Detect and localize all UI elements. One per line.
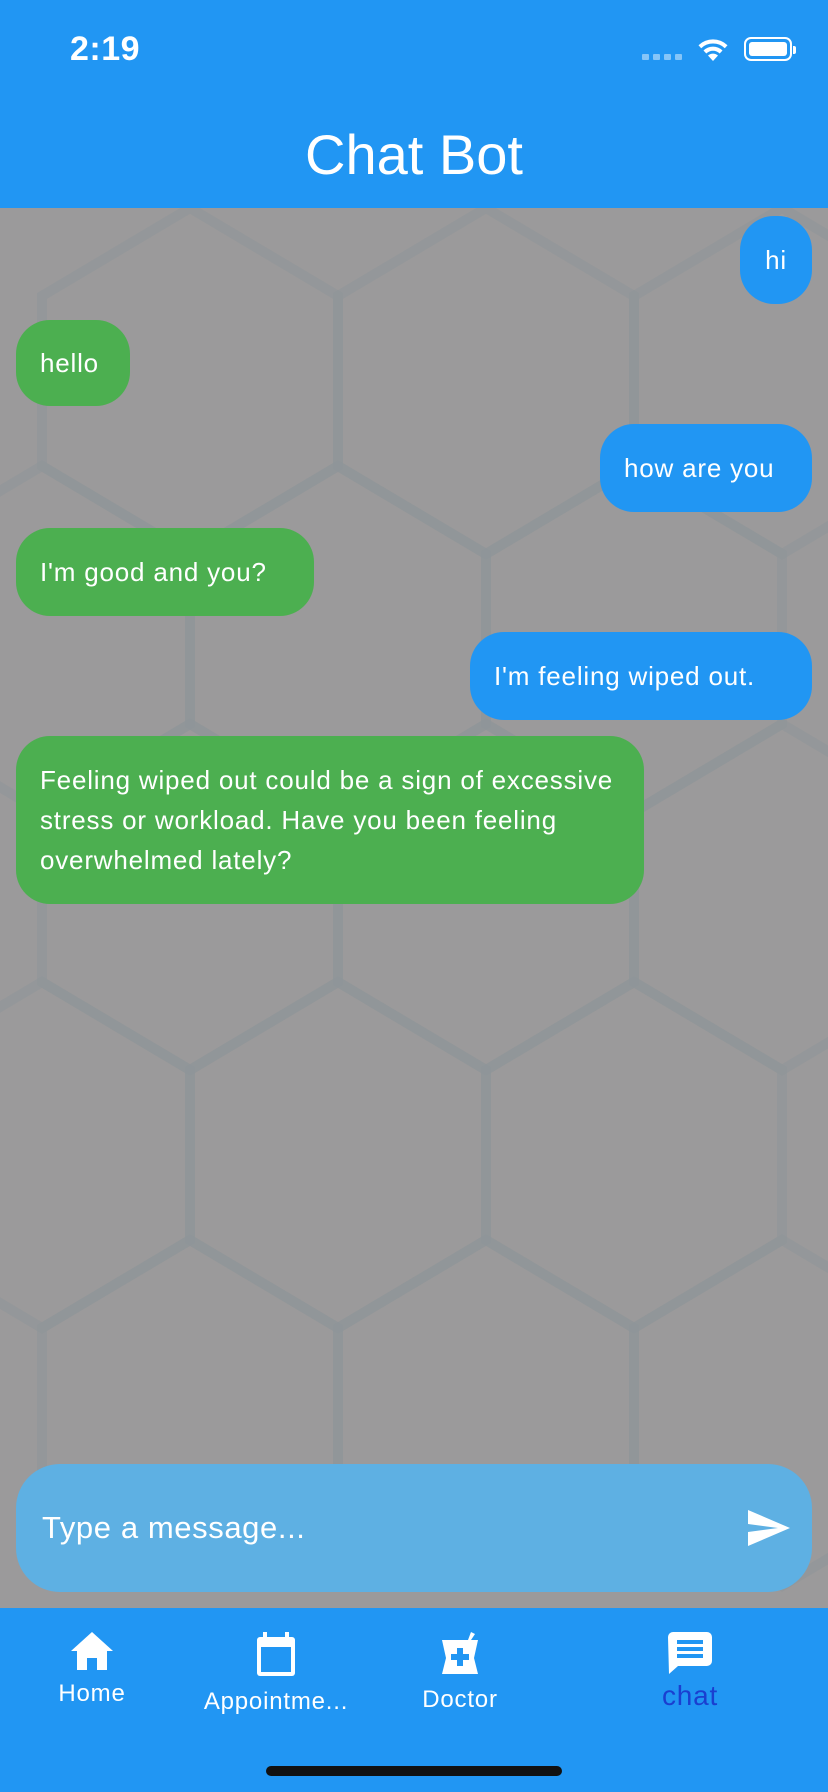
user-message: hi bbox=[740, 216, 812, 304]
nav-item-home[interactable]: Home bbox=[2, 1620, 182, 1708]
cellular-signal-icon bbox=[642, 38, 682, 60]
nav-item-appointments[interactable]: Appointme... bbox=[186, 1620, 366, 1716]
chat-icon bbox=[668, 1632, 712, 1674]
bot-message: hello bbox=[16, 320, 130, 406]
nav-label: Home bbox=[58, 1680, 126, 1707]
home-indicator[interactable] bbox=[266, 1766, 562, 1776]
user-message: I'm feeling wiped out. bbox=[470, 632, 812, 720]
nav-label: chat bbox=[661, 1680, 719, 1711]
nav-item-chat[interactable]: chat bbox=[600, 1620, 780, 1712]
message-composer bbox=[16, 1464, 812, 1592]
battery-icon bbox=[744, 37, 796, 61]
medical-bag-icon bbox=[442, 1632, 478, 1674]
wifi-icon bbox=[698, 39, 728, 61]
chat-area[interactable]: hi hello how are you I'm good and you? I… bbox=[0, 208, 828, 1608]
nav-label: Appointme... bbox=[203, 1688, 349, 1715]
hexagon-pattern-background bbox=[0, 208, 828, 1592]
message-input[interactable] bbox=[42, 1464, 722, 1592]
app-bar: Chat Bot bbox=[0, 100, 828, 208]
home-icon bbox=[71, 1632, 113, 1670]
send-icon[interactable] bbox=[744, 1504, 792, 1552]
user-message: how are you bbox=[600, 424, 812, 512]
status-icons bbox=[642, 36, 796, 62]
calendar-icon bbox=[257, 1632, 295, 1676]
nav-item-doctor[interactable]: Doctor bbox=[370, 1620, 550, 1714]
status-time: 2:19 bbox=[70, 30, 141, 68]
bottom-navigation: Home Appointme... Doctor chat bbox=[0, 1608, 828, 1792]
status-bar: 2:19 bbox=[0, 0, 828, 100]
bot-message: I'm good and you? bbox=[16, 528, 314, 616]
bot-message: Feeling wiped out could be a sign of exc… bbox=[16, 736, 644, 904]
nav-label: Doctor bbox=[422, 1686, 498, 1713]
page-title: Chat Bot bbox=[305, 122, 523, 186]
